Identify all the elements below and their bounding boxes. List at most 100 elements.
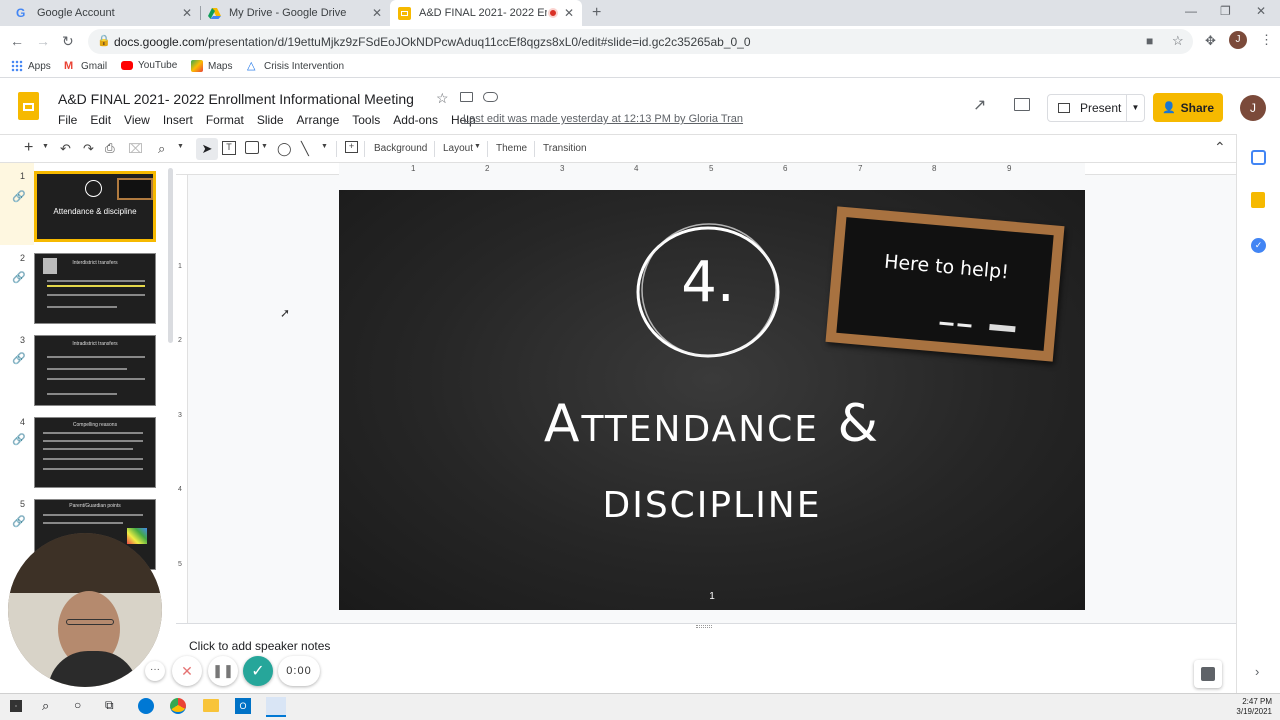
last-edit-link[interactable]: Last edit was made yesterday at 12:13 PM…: [463, 113, 743, 125]
close-icon[interactable]: ✕: [564, 6, 574, 20]
file-explorer-icon[interactable]: [203, 699, 219, 712]
present-button[interactable]: Present ▼: [1047, 94, 1145, 122]
paint-format-icon[interactable]: ⌧: [128, 141, 143, 157]
chevron-down-icon[interactable]: ▼: [42, 143, 49, 150]
maximize-button[interactable]: ❐: [1220, 4, 1231, 18]
redo-icon[interactable]: ↷: [83, 141, 94, 157]
system-clock[interactable]: 2:47 PM 3/19/2021: [1236, 697, 1272, 717]
tab-my-drive[interactable]: My Drive - Google Drive ✕: [200, 0, 390, 26]
bookmark-youtube[interactable]: YouTube: [121, 60, 177, 71]
keep-icon[interactable]: [1251, 192, 1265, 208]
outlook-icon[interactable]: O: [235, 698, 251, 714]
expand-panel-icon[interactable]: ›: [1255, 664, 1259, 679]
image-icon[interactable]: [245, 141, 259, 154]
profile-avatar[interactable]: J: [1229, 31, 1247, 49]
layout-button[interactable]: Layout: [443, 143, 473, 154]
menu-slide[interactable]: Slide: [257, 113, 284, 127]
webcam-preview[interactable]: [8, 533, 162, 687]
activity-trend-icon[interactable]: ↗: [973, 95, 986, 115]
tasks-icon[interactable]: ✓: [1251, 238, 1266, 253]
navigation-bar: ← → ↻ 🔒 docs.google.com/presentation/d/1…: [0, 26, 1280, 56]
task-view-icon[interactable]: ⧉: [105, 698, 114, 713]
bookmark-crisis-intervention[interactable]: △ Crisis Intervention: [247, 60, 344, 72]
calendar-icon[interactable]: [1251, 150, 1266, 165]
camera-icon[interactable]: ■: [1146, 34, 1153, 48]
select-cursor-icon[interactable]: ➤: [196, 138, 218, 160]
address-bar[interactable]: 🔒 docs.google.com/presentation/d/19ettuM…: [88, 29, 1193, 54]
current-slide[interactable]: 4. Here to help! Attendance & discipline…: [339, 190, 1085, 610]
shape-icon[interactable]: ◯: [277, 141, 292, 157]
menu-format[interactable]: Format: [206, 113, 244, 127]
menu-addons[interactable]: Add-ons: [393, 113, 438, 127]
slides-logo-icon[interactable]: [18, 92, 39, 120]
windows-start-icon[interactable]: [10, 700, 22, 712]
chevron-down-icon[interactable]: ▼: [1126, 95, 1144, 121]
chevron-down-icon[interactable]: ▼: [261, 143, 268, 150]
menu-view[interactable]: View: [124, 113, 150, 127]
menu-arrange[interactable]: Arrange: [297, 113, 340, 127]
new-tab-button[interactable]: +: [592, 4, 601, 22]
menu-edit[interactable]: Edit: [90, 113, 111, 127]
move-folder-icon[interactable]: [460, 92, 473, 102]
close-icon[interactable]: ✕: [372, 6, 382, 20]
app-icon[interactable]: [266, 697, 286, 717]
comments-icon[interactable]: [1014, 98, 1030, 111]
share-button[interactable]: 👤 Share: [1153, 93, 1223, 122]
slide-thumbnail-3[interactable]: Intradistrict transfers: [34, 335, 156, 406]
filmstrip-scrollbar[interactable]: [168, 168, 173, 343]
transition-button[interactable]: Transition: [543, 143, 587, 154]
chevron-down-icon[interactable]: ▼: [177, 143, 184, 150]
back-icon[interactable]: ←: [10, 33, 24, 49]
star-icon[interactable]: ☆: [1172, 33, 1184, 49]
collapse-chevron-icon[interactable]: ⌃: [1214, 139, 1226, 156]
speaker-notes-input[interactable]: Click to add speaker notes: [189, 639, 330, 653]
account-avatar[interactable]: J: [1240, 95, 1266, 121]
bookmark-maps[interactable]: Maps: [191, 60, 232, 72]
recording-indicator-icon: [548, 8, 558, 18]
edge-icon[interactable]: [138, 698, 154, 714]
youtube-icon: [121, 61, 133, 70]
bookmark-apps[interactable]: Apps: [11, 60, 51, 72]
theme-button[interactable]: Theme: [496, 143, 527, 154]
cortana-icon[interactable]: ○: [74, 698, 81, 712]
bookmark-gmail[interactable]: M Gmail: [64, 60, 107, 72]
tab-google-account[interactable]: G Google Account ✕: [8, 0, 200, 26]
extensions-icon[interactable]: ✥: [1205, 33, 1216, 49]
menu-dots-icon[interactable]: ⋮: [1260, 32, 1273, 48]
new-slide-icon[interactable]: +: [24, 139, 33, 157]
slide-thumbnail-2[interactable]: Interdistrict transfers: [34, 253, 156, 324]
minimize-button[interactable]: —: [1185, 4, 1197, 18]
tab-slides[interactable]: A&D FINAL 2021- 2022 Enro ✕: [390, 0, 582, 26]
undo-icon[interactable]: ↶: [60, 141, 71, 157]
menu-file[interactable]: File: [58, 113, 77, 127]
star-icon[interactable]: ☆: [436, 90, 449, 107]
print-icon[interactable]: ⎙: [105, 141, 115, 156]
chrome-icon[interactable]: [170, 698, 186, 714]
explore-button[interactable]: [1194, 660, 1222, 688]
chevron-down-icon[interactable]: ▼: [321, 143, 328, 150]
add-comment-icon[interactable]: +: [345, 141, 358, 153]
menu-insert[interactable]: Insert: [163, 113, 193, 127]
finish-recording-button[interactable]: ✓: [243, 656, 273, 686]
close-icon[interactable]: ✕: [182, 6, 192, 20]
more-options-icon[interactable]: ···: [145, 661, 165, 681]
cloud-status-icon[interactable]: [483, 92, 498, 102]
zoom-icon[interactable]: ⌕: [158, 141, 165, 157]
pause-recording-button[interactable]: ❚❚: [208, 656, 238, 686]
text-box-icon[interactable]: T: [222, 141, 236, 155]
slide-thumbnail-1[interactable]: Attendance & discipline: [34, 171, 156, 242]
bookmarks-bar: Apps M Gmail YouTube Maps △ Crisis Inter…: [0, 56, 1280, 78]
reload-icon[interactable]: ↻: [62, 33, 74, 50]
resize-handle[interactable]: [696, 625, 712, 628]
search-icon[interactable]: ⌕: [42, 698, 49, 714]
slide-thumbnail-4[interactable]: Compelling reasons: [34, 417, 156, 488]
background-button[interactable]: Background: [374, 143, 427, 154]
line-icon[interactable]: ╲: [301, 141, 309, 157]
close-window-button[interactable]: ✕: [1256, 4, 1266, 18]
menu-tools[interactable]: Tools: [352, 113, 380, 127]
chevron-down-icon[interactable]: ▼: [474, 143, 481, 150]
forward-icon[interactable]: →: [36, 33, 50, 49]
document-title[interactable]: A&D FINAL 2021- 2022 Enrollment Informat…: [58, 91, 414, 107]
cancel-recording-button[interactable]: ✕: [172, 656, 202, 686]
thumbnail-image: [43, 258, 57, 274]
